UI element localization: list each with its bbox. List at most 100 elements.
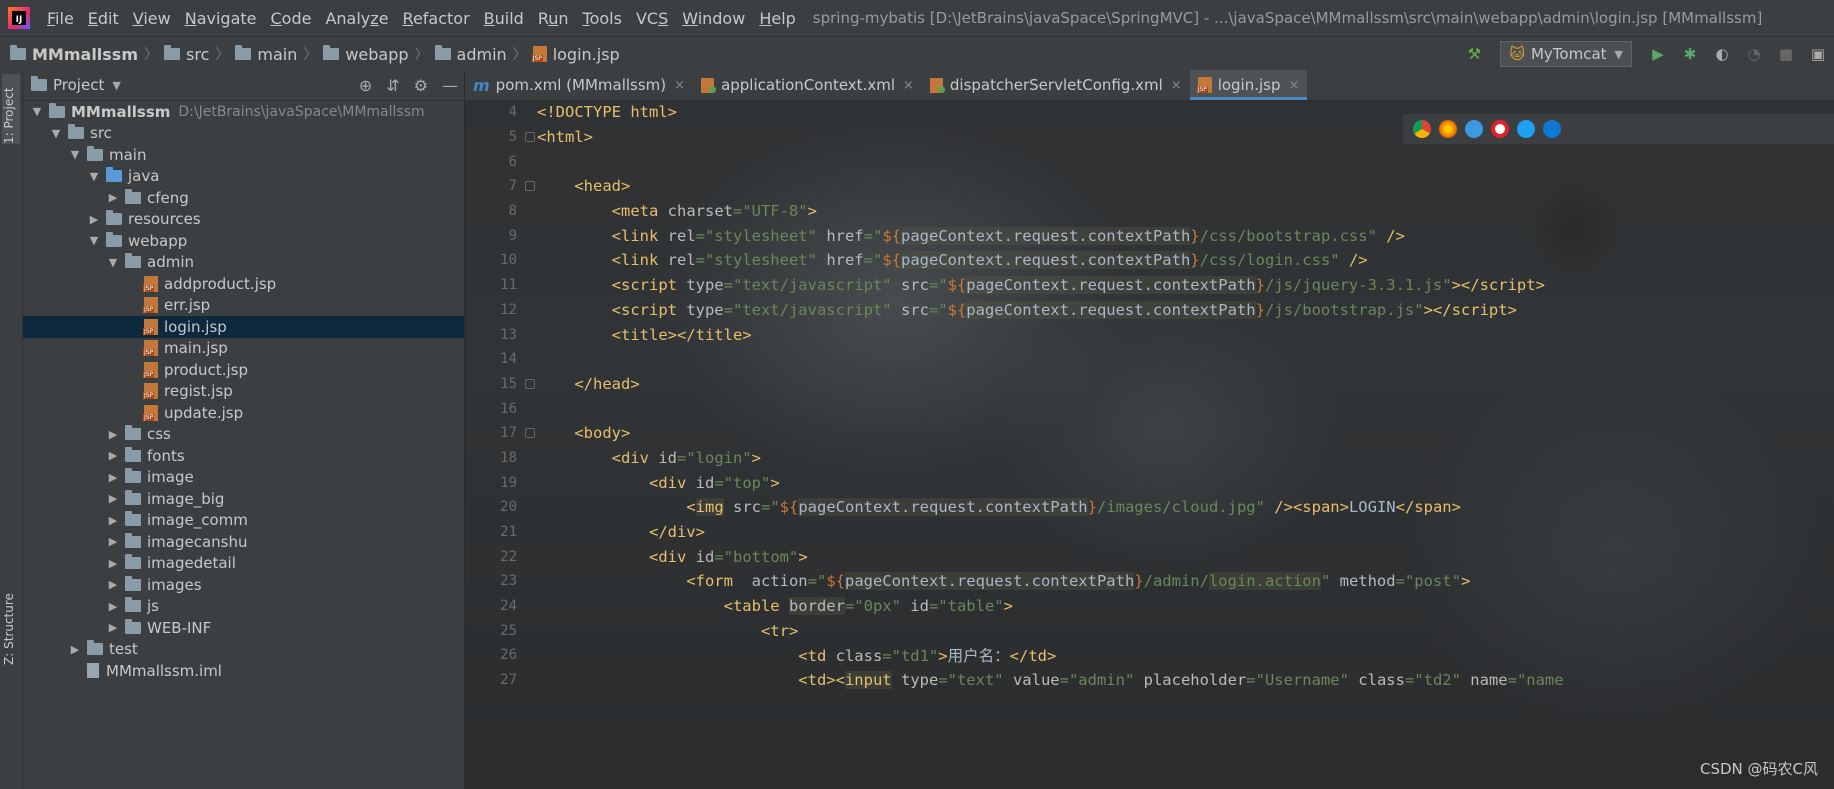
close-icon[interactable]: × bbox=[674, 78, 685, 93]
fold-marker-icon[interactable] bbox=[525, 132, 535, 143]
tree-item[interactable]: ▶ cfeng bbox=[23, 187, 464, 209]
close-icon[interactable]: × bbox=[1289, 78, 1300, 93]
tree-item[interactable]: ▶ resources bbox=[23, 209, 464, 231]
tree-item[interactable]: update.jsp bbox=[23, 402, 464, 424]
tree-item[interactable]: ▶ image_big bbox=[23, 488, 464, 510]
menu-window[interactable]: Window bbox=[675, 9, 752, 28]
close-icon[interactable]: × bbox=[903, 78, 914, 93]
menu-analyze[interactable]: Analyze bbox=[318, 9, 395, 28]
expand-arrow-icon[interactable]: ▼ bbox=[31, 105, 43, 118]
coverage-icon[interactable]: ◐ bbox=[1714, 46, 1730, 62]
expand-arrow-icon[interactable]: ▼ bbox=[88, 170, 100, 183]
collapse-all-icon[interactable]: ⇵ bbox=[386, 76, 399, 95]
menu-view[interactable]: View bbox=[126, 9, 178, 28]
collapse-arrow-icon[interactable]: ▶ bbox=[107, 428, 119, 441]
expand-arrow-icon[interactable]: ▼ bbox=[107, 256, 119, 269]
project-view-selector[interactable]: Project ▼ bbox=[31, 76, 121, 94]
expand-arrow-icon[interactable]: ▼ bbox=[50, 127, 62, 140]
locate-icon[interactable]: ⊕ bbox=[359, 76, 372, 95]
collapse-arrow-icon[interactable]: ▶ bbox=[107, 449, 119, 462]
tree-item[interactable]: ▶ image_comm bbox=[23, 510, 464, 532]
collapse-arrow-icon[interactable]: ▶ bbox=[88, 213, 100, 226]
firefox-icon[interactable] bbox=[1439, 120, 1457, 138]
tree-item[interactable]: ▶ WEB-INF bbox=[23, 617, 464, 639]
project-tool-tab[interactable]: 1: Project bbox=[2, 74, 20, 144]
collapse-arrow-icon[interactable]: ▶ bbox=[107, 471, 119, 484]
menu-file[interactable]: File bbox=[40, 9, 81, 28]
stop-icon[interactable]: ■ bbox=[1778, 46, 1794, 62]
run-icon[interactable]: ▶ bbox=[1650, 46, 1666, 62]
expand-arrow-icon[interactable]: ▼ bbox=[69, 148, 81, 161]
expand-arrow-icon[interactable]: ▼ bbox=[88, 234, 100, 247]
ie-icon[interactable] bbox=[1517, 120, 1535, 138]
tree-item[interactable]: ▶ image bbox=[23, 467, 464, 489]
editor-tab[interactable]: dispatcherServletConfig.xml × bbox=[922, 70, 1190, 100]
tree-item[interactable]: login.jsp bbox=[23, 316, 464, 338]
editor-tab[interactable]: applicationContext.xml × bbox=[693, 70, 922, 100]
tree-item[interactable]: ▼ src bbox=[23, 123, 464, 145]
code-view[interactable]: 4 <!DOCTYPE html> 5 <html> 6 7 <head> 8 <meta … bbox=[465, 100, 1834, 693]
tree-item[interactable]: ▼ webapp bbox=[23, 230, 464, 252]
run-config-select[interactable]: 🐱 MyTomcat ▼ bbox=[1500, 41, 1632, 67]
tree-item[interactable]: ▶ fonts bbox=[23, 445, 464, 467]
hide-icon[interactable]: — bbox=[442, 76, 458, 95]
collapse-arrow-icon[interactable]: ▶ bbox=[107, 191, 119, 204]
tree-item[interactable]: ▼ admin bbox=[23, 252, 464, 274]
breadcrumb-item[interactable]: MMmallssm bbox=[10, 45, 138, 64]
menu-tools[interactable]: Tools bbox=[576, 9, 629, 28]
menu-run[interactable]: Run bbox=[531, 9, 576, 28]
tree-item[interactable]: product.jsp bbox=[23, 359, 464, 381]
fold-marker-icon[interactable] bbox=[525, 181, 535, 192]
tree-item[interactable]: ▶ imagecanshu bbox=[23, 531, 464, 553]
menu-help[interactable]: Help bbox=[752, 9, 802, 28]
menu-navigate[interactable]: Navigate bbox=[178, 9, 264, 28]
profile-icon[interactable]: ◔ bbox=[1746, 46, 1762, 62]
tree-item[interactable]: main.jsp bbox=[23, 338, 464, 360]
tree-item[interactable]: ▶ imagedetail bbox=[23, 553, 464, 575]
collapse-arrow-icon[interactable]: ▶ bbox=[69, 643, 81, 656]
collapse-arrow-icon[interactable]: ▶ bbox=[107, 514, 119, 527]
structure-tool-tab[interactable]: Z: Structure bbox=[2, 575, 16, 665]
collapse-arrow-icon[interactable]: ▶ bbox=[107, 492, 119, 505]
project-structure-icon[interactable]: ▣ bbox=[1810, 46, 1826, 62]
editor-tab[interactable]: m pom.xml (MMmallssm) × bbox=[465, 70, 693, 100]
edge-icon[interactable] bbox=[1543, 120, 1561, 138]
breadcrumb-item[interactable]: src bbox=[164, 45, 209, 64]
collapse-arrow-icon[interactable]: ▶ bbox=[107, 535, 119, 548]
tree-item[interactable]: ▶ images bbox=[23, 574, 464, 596]
collapse-arrow-icon[interactable]: ▶ bbox=[107, 557, 119, 570]
menu-vcs[interactable]: VCS bbox=[629, 9, 675, 28]
tree-item[interactable]: ▶ js bbox=[23, 596, 464, 618]
breadcrumb-item[interactable]: webapp bbox=[323, 45, 409, 64]
collapse-arrow-icon[interactable]: ▶ bbox=[107, 578, 119, 591]
tree-item[interactable]: regist.jsp bbox=[23, 381, 464, 403]
safari-icon[interactable] bbox=[1465, 120, 1483, 138]
breadcrumb-item[interactable]: main bbox=[235, 45, 297, 64]
debug-icon[interactable]: ✱ bbox=[1682, 46, 1698, 62]
tree-item[interactable]: ▼ main bbox=[23, 144, 464, 166]
gear-icon[interactable]: ⚙ bbox=[414, 76, 428, 95]
breadcrumb-item[interactable]: login.jsp bbox=[531, 45, 620, 64]
fold-marker-icon[interactable] bbox=[525, 378, 535, 389]
folder-icon bbox=[87, 145, 103, 161]
collapse-arrow-icon[interactable]: ▶ bbox=[107, 621, 119, 634]
tree-item[interactable]: ▶ test bbox=[23, 639, 464, 661]
close-icon[interactable]: × bbox=[1171, 78, 1182, 93]
opera-icon[interactable] bbox=[1491, 120, 1509, 138]
collapse-arrow-icon[interactable]: ▶ bbox=[107, 600, 119, 613]
chrome-icon[interactable] bbox=[1413, 120, 1431, 138]
editor-tab[interactable]: login.jsp × bbox=[1189, 70, 1308, 100]
menu-refactor[interactable]: Refactor bbox=[396, 9, 477, 28]
menu-code[interactable]: Code bbox=[264, 9, 319, 28]
tree-item[interactable]: ▼ java bbox=[23, 166, 464, 188]
menu-edit[interactable]: Edit bbox=[81, 9, 126, 28]
tree-item[interactable]: ▶ css bbox=[23, 424, 464, 446]
menu-build[interactable]: Build bbox=[477, 9, 531, 28]
tree-item[interactable]: addproduct.jsp bbox=[23, 273, 464, 295]
breadcrumb-item[interactable]: admin bbox=[434, 45, 507, 64]
tree-item[interactable]: ▼ MMmallssm D:\JetBrains\javaSpace\MMmalls… bbox=[23, 101, 464, 123]
tree-item[interactable]: MMmallssm.iml bbox=[23, 660, 464, 682]
tree-item[interactable]: err.jsp bbox=[23, 295, 464, 317]
hammer-icon[interactable]: ⚒ bbox=[1466, 46, 1482, 62]
fold-marker-icon[interactable] bbox=[525, 428, 535, 439]
